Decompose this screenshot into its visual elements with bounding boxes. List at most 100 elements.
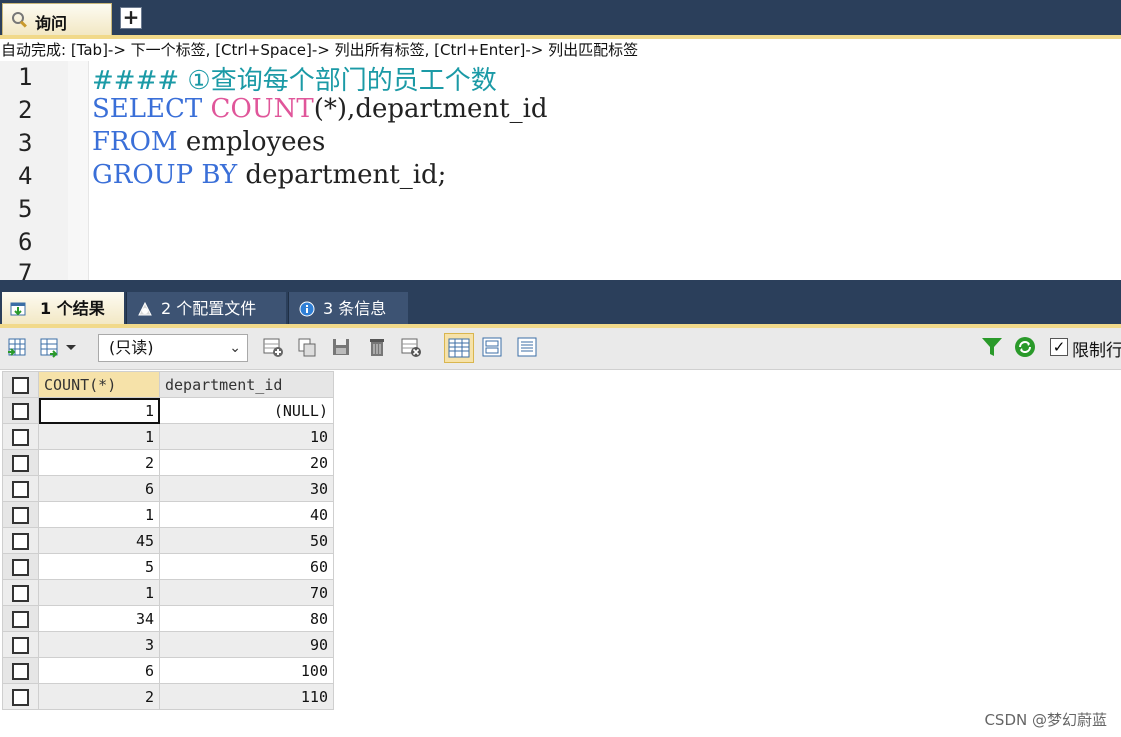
table-row[interactable]: 45 50 [2, 527, 334, 554]
filter-icon[interactable] [981, 336, 1003, 358]
cell-department-id[interactable]: 80 [159, 605, 334, 632]
table-row[interactable]: 1 10 [2, 423, 334, 450]
table-row[interactable]: 1 70 [2, 579, 334, 606]
table-row[interactable]: 2 110 [2, 683, 334, 710]
table-row[interactable]: 5 60 [2, 553, 334, 580]
editor-tab-bar [0, 0, 1121, 36]
result-mode-value: (只读) [109, 338, 154, 357]
tab-info[interactable]: 3 条信息 [288, 292, 408, 326]
cell-count[interactable]: 6 [38, 657, 160, 684]
table-row[interactable]: 34 80 [2, 605, 334, 632]
code-text: (*),department_id [313, 94, 548, 124]
cell-count[interactable]: 45 [38, 527, 160, 554]
query-tab-label: 询问 [35, 14, 68, 33]
cell-count[interactable]: 1 [38, 579, 160, 606]
cell-department-id[interactable]: 110 [159, 683, 334, 710]
comment-marker: #### ① [92, 66, 211, 96]
duplicate-row-icon[interactable] [296, 336, 318, 358]
row-checkbox[interactable] [2, 527, 39, 554]
code-text: department_id; [245, 160, 447, 190]
tab-results[interactable]: 1 个结果 [2, 292, 124, 326]
row-checkbox[interactable] [2, 501, 39, 528]
table-row[interactable]: 6 30 [2, 475, 334, 502]
row-checkbox[interactable] [2, 605, 39, 632]
keyword-from: FROM [92, 127, 178, 157]
checkbox-icon [12, 688, 29, 706]
cell-department-id[interactable]: 60 [159, 553, 334, 580]
cell-department-id[interactable]: 50 [159, 527, 334, 554]
splitter[interactable] [0, 280, 1121, 292]
cell-count[interactable]: 3 [38, 631, 160, 658]
cell-department-id[interactable]: 70 [159, 579, 334, 606]
cell-count[interactable]: 1 [38, 501, 160, 528]
chevron-down-icon[interactable] [64, 336, 78, 358]
code-line-3[interactable]: FROM employees [92, 127, 325, 157]
query-tab[interactable]: 询问 [2, 3, 112, 36]
add-row-icon[interactable] [262, 336, 284, 358]
cell-count[interactable]: 1 [38, 397, 160, 424]
checkbox-icon [12, 532, 29, 550]
row-checkbox[interactable] [2, 683, 39, 710]
export-icon[interactable] [6, 336, 28, 358]
checkbox-icon [12, 506, 29, 524]
code-line-2[interactable]: SELECT COUNT(*),department_id [92, 94, 548, 124]
column-header-department-id[interactable]: department_id [159, 371, 334, 398]
cell-department-id[interactable]: (NULL) [159, 397, 334, 424]
tab-profile-label: 2 个配置文件 [161, 299, 257, 318]
cell-count[interactable]: 2 [38, 449, 160, 476]
row-checkbox[interactable] [2, 423, 39, 450]
cell-department-id[interactable]: 10 [159, 423, 334, 450]
table-row[interactable]: 1 40 [2, 501, 334, 528]
discard-changes-icon[interactable] [400, 336, 422, 358]
cell-count[interactable]: 6 [38, 475, 160, 502]
cell-department-id[interactable]: 30 [159, 475, 334, 502]
tab-profile[interactable]: 2 个配置文件 [126, 292, 286, 326]
function-count: COUNT [210, 94, 314, 124]
row-checkbox[interactable] [2, 579, 39, 606]
checkbox-icon [12, 662, 29, 680]
row-checkbox[interactable] [2, 631, 39, 658]
cell-department-id[interactable]: 100 [159, 657, 334, 684]
delete-icon[interactable] [366, 336, 388, 358]
grid-view-icon[interactable] [444, 333, 474, 363]
import-icon[interactable] [38, 336, 60, 358]
cell-count[interactable]: 2 [38, 683, 160, 710]
table-row[interactable]: 3 90 [2, 631, 334, 658]
form-view-icon[interactable] [481, 336, 503, 358]
grid-body: 1 (NULL) 1 10 2 20 6 30 1 40 45 50 5 60 1 70 34 80 3 90 6 100… [2, 397, 334, 710]
new-tab-button[interactable]: + [120, 7, 142, 29]
row-checkbox[interactable] [2, 449, 39, 476]
cell-count[interactable]: 5 [38, 553, 160, 580]
limit-rows-checkbox[interactable]: ✓ [1050, 338, 1068, 356]
text-view-icon[interactable] [516, 336, 538, 358]
code-text: employees [185, 127, 326, 157]
cell-department-id[interactable]: 90 [159, 631, 334, 658]
refresh-icon[interactable] [1014, 336, 1036, 358]
cell-department-id[interactable]: 20 [159, 449, 334, 476]
keyword-select: SELECT [92, 94, 203, 124]
table-row[interactable]: 6 100 [2, 657, 334, 684]
row-checkbox[interactable] [2, 397, 39, 424]
table-row[interactable]: 1 (NULL) [2, 397, 334, 424]
cell-department-id[interactable]: 40 [159, 501, 334, 528]
table-row[interactable]: 2 20 [2, 449, 334, 476]
limit-rows-label: 限制行 [1072, 341, 1121, 361]
cell-count[interactable]: 34 [38, 605, 160, 632]
column-header-count[interactable]: COUNT(*) [38, 371, 160, 398]
chevron-down-icon: ⌄ [229, 340, 241, 356]
result-mode-select[interactable]: (只读) ⌄ [98, 334, 248, 362]
code-line-1[interactable]: #### ①查询每个部门的员工个数 [92, 60, 497, 97]
line-number-gutter: 1 2 3 4 5 6 7 [0, 61, 68, 287]
line-number: 1 [18, 63, 33, 91]
checkbox-icon [12, 636, 29, 654]
row-checkbox[interactable] [2, 553, 39, 580]
autocomplete-hint: 自动完成: [Tab]-> 下一个标签, [Ctrl+Space]-> 列出所有… [0, 39, 1121, 61]
row-checkbox[interactable] [2, 475, 39, 502]
row-checkbox[interactable] [2, 657, 39, 684]
select-all-checkbox[interactable] [2, 371, 39, 398]
watermark: CSDN @梦幻蔚蓝 [984, 711, 1107, 729]
cell-count[interactable]: 1 [38, 423, 160, 450]
save-icon[interactable] [330, 336, 352, 358]
code-line-4[interactable]: GROUP BY department_id; [92, 160, 446, 190]
checkbox-icon [12, 610, 29, 628]
